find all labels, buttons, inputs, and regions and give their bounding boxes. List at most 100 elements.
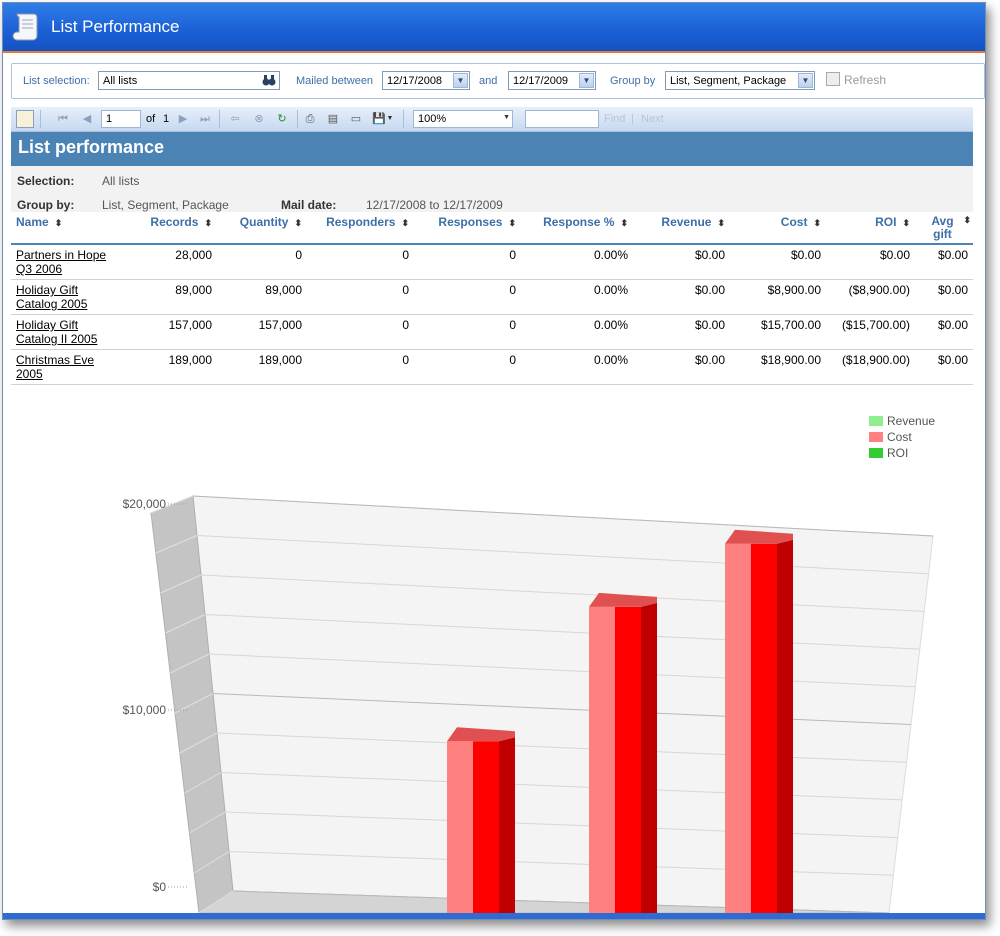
row-name-cell[interactable]: Holiday Gift Catalog 2005 [11,279,117,315]
sort-icon[interactable]: ⬍ [813,218,821,228]
response-pct-cell: 0.00% [521,279,633,315]
responders-cell: 0 [307,349,414,385]
legend-swatch [869,416,883,426]
column-header-roi[interactable]: ROI ⬍ [826,212,915,245]
legend-label: Cost [887,430,912,444]
group-by-label: Group by [610,75,656,87]
column-header-records[interactable]: Records ⬍ [117,212,217,245]
column-header-label: ROI [875,215,897,229]
revenue-cell: $0.00 [633,244,730,280]
chevron-down-icon[interactable]: ▼ [798,73,813,88]
response-pct-cell: 0.00% [521,349,633,385]
toolbar-separator [297,110,298,128]
y-tick-label: $10,000 [123,703,167,717]
y-tick-label: $0 [153,880,167,894]
chevron-down-icon[interactable]: ▼ [385,111,395,127]
filter-bar: List selection: All lists Mailed between… [11,63,985,99]
group-by-value: List, Segment, Package [102,198,229,212]
sort-icon[interactable]: ⬍ [55,218,63,228]
row-name-cell[interactable]: Partners in Hope Q3 2006 [11,244,117,280]
next-link[interactable]: Next [641,113,664,125]
cost-cell: $0.00 [730,244,826,280]
roi-cell: $0.00 [826,244,915,280]
column-header-label: Name [16,215,49,229]
date-from-picker[interactable]: 12/17/2008 ▼ [382,71,470,90]
refresh-report-icon[interactable]: ↻ [274,111,290,127]
cost-cell: $15,700.00 [730,314,826,350]
list-name-link[interactable]: Holiday Gift Catalog 2005 [16,283,87,311]
next-page-icon[interactable]: ▶ [175,111,191,127]
column-header-avg-gift[interactable]: Avg gift ⬍ [915,212,973,245]
group-by-select[interactable]: List, Segment, Package ▼ [665,71,815,90]
document-map-icon[interactable] [16,110,34,128]
report-body: List performance Selection: All lists Gr… [11,132,973,385]
y-tick-label: $20,000 [123,497,167,511]
cost-bar-front-face [751,543,777,917]
toolbar-separator [403,110,404,128]
print-layout-icon[interactable]: ▤ [325,111,341,127]
stop-icon[interactable]: ⊗ [251,111,267,127]
sort-icon[interactable]: ⬍ [620,218,628,228]
cost-bar-side-face [641,602,657,913]
zoom-value: 100% [418,113,447,125]
legend-label: Revenue [887,414,935,428]
binoculars-icon[interactable] [262,74,276,87]
print-icon[interactable]: ⎙ [302,111,318,127]
column-header-name[interactable]: Name ⬍ [11,212,117,245]
sort-icon[interactable]: ⬍ [401,218,409,228]
list-selection-field[interactable]: All lists [98,71,280,90]
chevron-down-icon[interactable]: ▼ [503,114,510,121]
sort-icon[interactable]: ⬍ [963,215,971,225]
avg-gift-cell: $0.00 [915,349,973,385]
column-header-responders[interactable]: Responders ⬍ [307,212,414,245]
list-name-link[interactable]: Partners in Hope Q3 2006 [16,248,106,276]
date-to-picker[interactable]: 12/17/2009 ▼ [508,71,596,90]
column-header-label: Quantity [239,215,289,229]
column-header-revenue[interactable]: Revenue ⬍ [633,212,730,245]
zoom-select[interactable]: 100% ▼ [413,110,513,128]
total-pages: 1 [163,113,170,125]
chevron-down-icon[interactable]: ▼ [579,73,594,88]
quantity-cell: 157,000 [217,314,307,350]
row-name-cell[interactable]: Holiday Gift Catalog II 2005 [11,314,117,350]
list-name-link[interactable]: Holiday Gift Catalog II 2005 [16,318,97,346]
column-header-response-pct[interactable]: Response % ⬍ [521,212,633,245]
selection-label: Selection: [17,174,75,188]
column-header-responses[interactable]: Responses ⬍ [414,212,521,245]
sort-icon[interactable]: ⬍ [508,218,516,228]
roi-cell: ($8,900.00) [826,279,915,315]
find-link[interactable]: Find [604,113,625,125]
sort-icon[interactable]: ⬍ [902,218,910,228]
sort-icon[interactable]: ⬍ [204,218,212,228]
table-row: Holiday Gift Catalog 2005 89,000 89,000 … [11,279,973,315]
column-header-label: Cost [780,215,808,229]
row-name-cell[interactable]: Christmas Eve 2005 [11,349,117,385]
column-header-cost[interactable]: Cost ⬍ [730,212,826,245]
app-window: List Performance List selection: All lis… [2,2,986,920]
cost-bar-front-face [615,606,641,917]
page-number-input[interactable] [101,110,141,128]
performance-chart: $0 $10,000 $20,000 Revenue Cost ROI [11,401,973,917]
list-name-link[interactable]: Christmas Eve 2005 [16,353,94,381]
table-row: Christmas Eve 2005 189,000 189,000 0 0 0… [11,349,973,385]
chevron-down-icon[interactable]: ▼ [453,73,468,88]
sort-icon[interactable]: ⬍ [294,218,302,228]
last-page-icon[interactable]: ⏭ [197,111,213,127]
report-title: List performance [11,132,973,166]
refresh-label: Refresh [844,73,887,87]
previous-page-icon[interactable]: ◀ [79,111,95,127]
list-selection-label: List selection: [23,75,90,87]
date-from-value: 12/17/2008 [387,75,443,87]
back-icon[interactable]: ⇦ [227,111,243,127]
page-setup-icon[interactable]: ▭ [348,111,364,127]
first-page-icon[interactable]: ⏮ [55,111,71,127]
responses-cell: 0 [414,279,521,315]
refresh-button[interactable]: Refresh [826,72,886,87]
sort-icon[interactable]: ⬍ [717,218,725,228]
quantity-cell: 189,000 [217,349,307,385]
toolbar-separator [219,110,220,128]
column-header-quantity[interactable]: Quantity ⬍ [217,212,307,245]
table-row: Partners in Hope Q3 2006 28,000 0 0 0 0.… [11,244,973,280]
avg-gift-cell: $0.00 [915,244,973,280]
find-input[interactable] [525,110,599,128]
